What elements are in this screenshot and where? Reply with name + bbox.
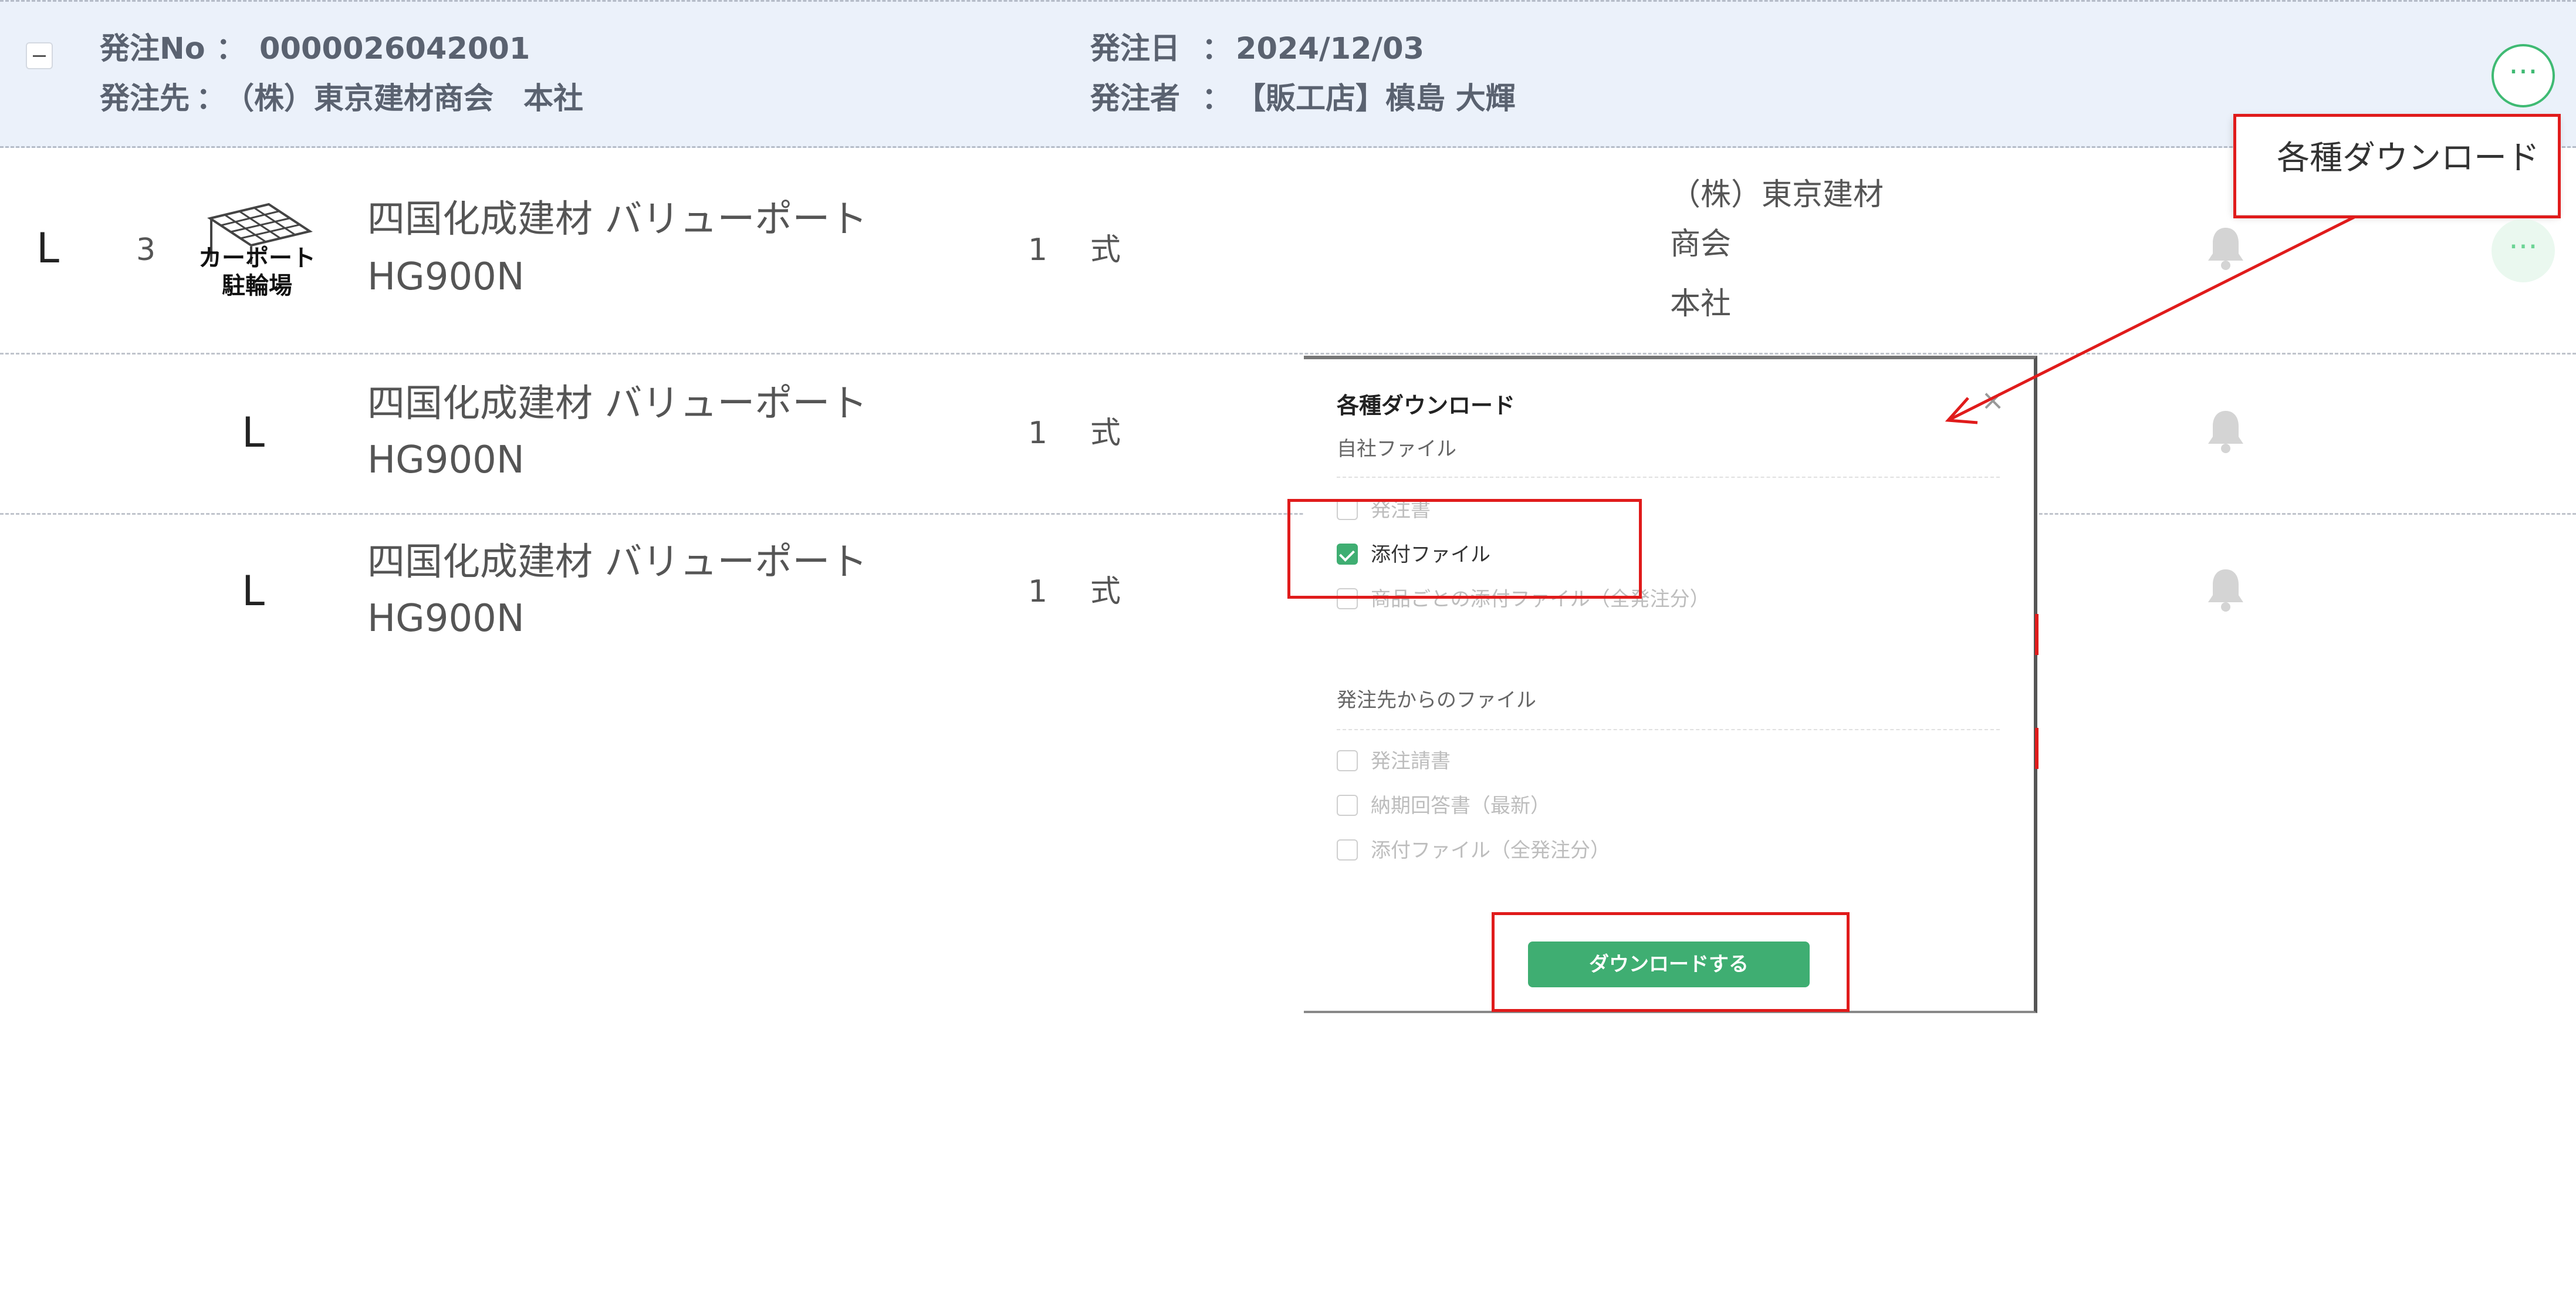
checkbox-partner-attachments[interactable] <box>1337 839 1358 861</box>
section-divider <box>1337 477 2000 478</box>
checkbox-order-confirmation[interactable] <box>1337 750 1358 771</box>
more-icon: ··· <box>2509 55 2538 90</box>
order-menu-button[interactable]: ··· <box>2492 44 2555 107</box>
row-2-product-model: HG900N <box>367 438 525 482</box>
supplier-sep: ： <box>196 82 227 116</box>
row-2-prefix: L <box>242 409 265 457</box>
label-delivery-reply: 納期回答書（最新） <box>1371 794 1550 818</box>
order-date-sep: ： <box>1202 32 1232 66</box>
own-files-heading: 自社ファイル <box>1337 437 1456 461</box>
order-no-sep: ： <box>216 32 246 66</box>
thumb-label-1: カーポート <box>198 245 316 272</box>
row-1-prefix: L <box>36 224 59 272</box>
supplier-value: （株）東京建材商会 本社 <box>224 82 584 116</box>
collapse-toggle-button[interactable] <box>26 42 53 69</box>
row-1-product-model: HG900N <box>367 255 525 299</box>
row-2-product-name: 四国化成建材 バリューポート <box>367 382 868 426</box>
order-date-label: 発注日 <box>1090 32 1181 66</box>
section-divider <box>1337 729 2000 730</box>
annotation-highlight-attachment <box>1287 499 1642 599</box>
row-1-supplier-2: 商会 <box>1670 227 1732 262</box>
thumb-label-2: 駐輪場 <box>222 272 292 299</box>
annotation-arrow <box>1945 215 2355 424</box>
order-no-value: 0000026042001 <box>259 32 530 66</box>
row-1-supplier-3: 本社 <box>1670 286 1732 322</box>
row-1-qty: 1 <box>1028 232 1048 268</box>
row-2-qty: 1 <box>1028 416 1048 451</box>
row-1-unit: 式 <box>1090 232 1121 268</box>
orderer-value: 【販工店】槙島 大輝 <box>1236 82 1516 116</box>
annotation-highlight-download <box>1492 912 1850 1012</box>
row-2-unit: 式 <box>1090 416 1121 451</box>
annotation-highlight-menu <box>2233 114 2561 218</box>
row-3-product-model: HG900N <box>367 597 525 640</box>
row-3-qty: 1 <box>1028 574 1048 609</box>
orderer-label: 発注者 <box>1090 82 1181 116</box>
row-3-product-name: 四国化成建材 バリューポート <box>367 541 868 584</box>
checkbox-delivery-reply[interactable] <box>1337 795 1358 816</box>
modal-title: 各種ダウンロード <box>1337 393 1516 419</box>
row-1-supplier-1: （株）東京建材 <box>1670 177 1884 212</box>
annotation-edge-mark <box>2035 728 2039 769</box>
row-3-unit: 式 <box>1090 574 1121 609</box>
supplier-label: 発注先 <box>100 82 190 116</box>
label-order-confirmation: 発注請書 <box>1371 750 1451 773</box>
row-3-prefix: L <box>242 567 265 615</box>
more-icon: ··· <box>2509 230 2538 265</box>
order-header <box>0 0 2576 148</box>
row-1-menu-button[interactable]: ··· <box>2492 219 2555 282</box>
row-1-index: 3 <box>136 232 156 268</box>
orderer-sep: ： <box>1202 82 1232 116</box>
order-no-label: 発注No <box>100 32 205 66</box>
carport-thumbnail: カーポート 駐輪場 <box>198 201 316 304</box>
annotation-edge-mark <box>2035 614 2039 655</box>
row-1-product-name: 四国化成建材 バリューポート <box>367 198 868 241</box>
partner-files-heading: 発注先からのファイル <box>1337 689 1536 712</box>
order-date-value: 2024/12/03 <box>1236 32 1425 66</box>
label-partner-attachments: 添付ファイル（全発注分） <box>1371 839 1610 862</box>
bell-icon[interactable] <box>2205 566 2246 613</box>
